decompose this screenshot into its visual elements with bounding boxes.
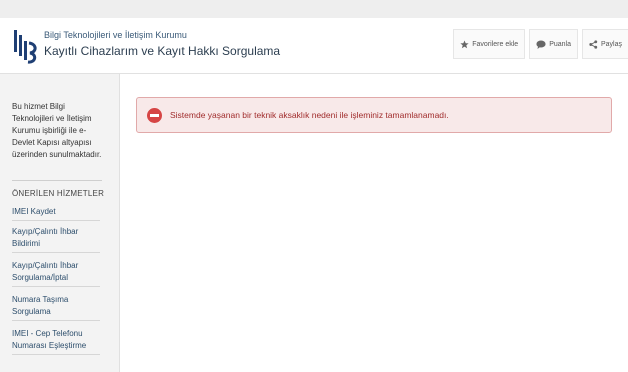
recommended-services-title: ÖNERİLEN HİZMETLER	[12, 189, 105, 198]
page-title: Kayıtlı Cihazlarım ve Kayıt Hakkı Sorgul…	[44, 44, 281, 58]
sidebar-item-imei-kaydet[interactable]: IMEI Kaydet	[12, 206, 100, 221]
share-button[interactable]: Paylaş	[581, 29, 628, 59]
comment-icon	[536, 40, 546, 49]
favorite-label: Favorilere ekle	[472, 40, 519, 48]
sidebar-divider	[12, 180, 102, 181]
org-name: Bilgi Teknolojileri ve İletişim Kurumu	[44, 30, 187, 40]
sidebar-item-kayip-calinti-ihbar-bildirimi[interactable]: Kayıp/Çalıntı İhbar Bildirimi	[12, 226, 100, 253]
page-header: Bilgi Teknolojileri ve İletişim Kurumu K…	[0, 18, 628, 74]
sidebar-item-kayip-calinti-ihbar-sorgulama[interactable]: Kayıp/Çalıntı İhbar Sorgulama/İptal	[12, 260, 100, 287]
error-alert: Sistemde yaşanan bir teknik aksaklık ned…	[136, 97, 612, 133]
error-message: Sistemde yaşanan bir teknik aksaklık ned…	[170, 110, 449, 120]
header-actions: Favorilere ekle Puanla Paylaş	[453, 29, 628, 59]
favorite-button[interactable]: Favorilere ekle	[453, 29, 526, 59]
error-icon	[147, 108, 162, 123]
sidebar-item-imei-numara-eslestirme[interactable]: IMEI - Cep Telefonu Numarası Eşleştirme	[12, 328, 100, 355]
sidebar: Bu hizmet Bilgi Teknolojileri ve İletişi…	[0, 74, 120, 372]
top-strip	[0, 0, 628, 18]
sidebar-item-numara-tasima-sorgulama[interactable]: Numara Taşıma Sorgulama	[12, 294, 100, 321]
btk-logo-icon[interactable]	[12, 26, 38, 64]
rate-button[interactable]: Puanla	[529, 29, 578, 59]
share-icon	[589, 39, 598, 49]
rate-label: Puanla	[549, 40, 571, 48]
star-icon	[460, 39, 469, 48]
service-info-text: Bu hizmet Bilgi Teknolojileri ve İletişi…	[12, 102, 102, 159]
share-label: Paylaş	[600, 40, 622, 48]
